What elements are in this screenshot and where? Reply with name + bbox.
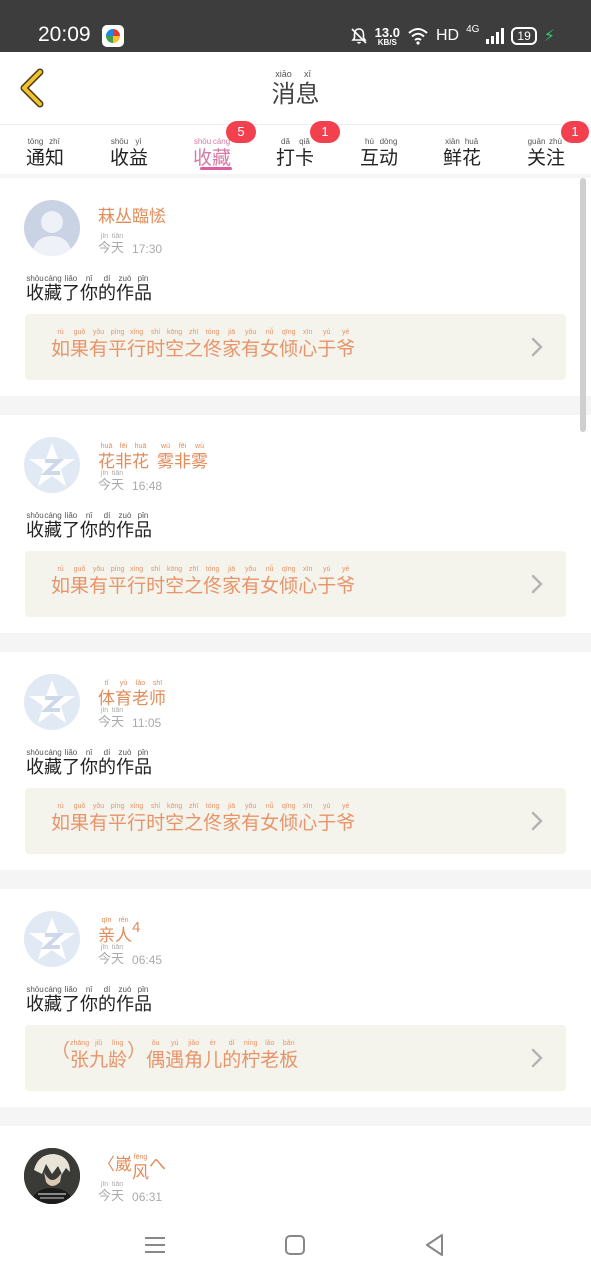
tab-badge: 1	[561, 121, 589, 143]
active-tab-indicator	[200, 167, 232, 170]
message-card: 〈崴 fēng 风へ jīn 今 tiān 天 06:31	[0, 1126, 591, 1208]
tab-notice[interactable]: tōng 通 zhī 知	[10, 129, 80, 173]
status-icons: 13.0 KB/S HD 4G 19 ⚡	[350, 24, 555, 48]
action-text: shōu 收 cáng 藏 liǎo 了 nǐ 你 dí 的 zuò 作 pǐn 品	[26, 511, 152, 541]
menu-icon[interactable]	[140, 1230, 170, 1260]
tab-flower[interactable]: xiān 鲜 huā 花	[427, 129, 497, 173]
chevron-right-icon	[531, 811, 543, 831]
work-title: rú 如 guǒ 果 yǒu 有 píng 平 xíng 行 shí 时 kōng 空 zhī 之 tóng 佟 j…	[51, 566, 356, 597]
back-triangle-icon[interactable]	[420, 1230, 450, 1260]
chevron-right-icon	[531, 1048, 543, 1068]
action-text: shōu 收 cáng 藏 liǎo 了 nǐ 你 dí 的 zuò 作 pǐn 品	[26, 748, 152, 778]
work-link[interactable]: rú 如 guǒ 果 yǒu 有 píng 平 xíng 行 shí 时 kōng 空 zhī 之 tóng 佟 j…	[25, 788, 566, 854]
app-notification-icon	[102, 25, 124, 47]
message-meta: jīn 今 tiān 天 17:30	[98, 233, 163, 256]
message-meta: jīn 今 tiān 天 06:31	[98, 1181, 163, 1204]
message-meta: jīn 今 tiān 天 11:05	[98, 707, 162, 730]
tab-collect[interactable]: shōu 收 cáng 藏 5	[177, 121, 256, 173]
message-time: 17:30	[132, 242, 163, 256]
signal-icon	[486, 28, 505, 44]
message-meta: jīn 今 tiān 天 16:48	[98, 470, 163, 493]
battery-icon: 19	[511, 27, 537, 45]
message-meta: jīn 今 tiān 天 06:45	[98, 944, 163, 967]
tab-badge: 5	[226, 121, 256, 143]
network-type: 4G	[466, 24, 480, 35]
qq-default-avatar[interactable]	[24, 437, 80, 493]
message-time: 16:48	[132, 479, 163, 493]
message-time: 11:05	[132, 716, 162, 730]
message-time: 06:45	[132, 953, 163, 967]
tab-badge: 1	[310, 121, 340, 143]
default-person-avatar[interactable]	[24, 200, 80, 256]
anime-character-avatar[interactable]	[24, 1148, 80, 1204]
qq-default-avatar[interactable]	[24, 911, 80, 967]
chevron-right-icon	[531, 574, 543, 594]
qq-default-avatar[interactable]	[24, 674, 80, 730]
chevron-right-icon	[531, 337, 543, 357]
mute-bell-icon	[351, 28, 367, 44]
message-time: 06:31	[132, 1190, 163, 1204]
tab-checkin[interactable]: dǎ 打 qiǎ 卡 1	[260, 121, 340, 173]
action-text: shōu 收 cáng 藏 liǎo 了 nǐ 你 dí 的 zuò 作 pǐn 品	[26, 985, 152, 1015]
wifi-icon	[408, 28, 428, 45]
message-card: huā 花 fēi 非 huā 花 wù 雾 fēi 非 wù 雾 jīn 今 tiān 天 16:48 …	[0, 415, 591, 633]
message-feed[interactable]: 菻丛臨恡 jīn 今 tiān 天 17:30 shōu 收 cáng 藏 liǎo 了 nǐ 你 d…	[0, 178, 591, 1208]
home-square-icon[interactable]	[280, 1230, 310, 1260]
tab-interact[interactable]: hù 互 dòng 动	[344, 129, 414, 173]
work-link[interactable]: （zhāng 张 jiǔ 九 líng 龄） ǒu 偶 yù 遇 jiǎo 角 ér 儿 dí 的 níng 柠 l…	[25, 1025, 566, 1091]
work-title: rú 如 guǒ 果 yǒu 有 píng 平 xíng 行 shí 时 kōng 空 zhī 之 tóng 佟 j…	[51, 329, 356, 360]
tab-bar: tōng 通 zhī 知 shōu 收 yì 益 shōu 收 cáng 藏 5 dǎ 打 qiǎ 卡 …	[0, 121, 591, 174]
message-card: qīn 亲 rén 人 4 jīn 今 tiān 天 06:45 shōu 收 cáng 藏 liǎo…	[0, 889, 591, 1107]
username[interactable]: 菻丛臨恡	[98, 206, 166, 228]
status-time: 20:09	[38, 23, 91, 46]
net-speed: 13.0 KB/S	[374, 24, 400, 47]
page-title: xiāo 消 xī 息	[271, 69, 320, 109]
message-card: tǐ 体 yù 育 lǎo 老 shī 师 jīn 今 tiān 天 11:05 shōu 收 cáng…	[0, 652, 591, 870]
work-link[interactable]: rú 如 guǒ 果 yǒu 有 píng 平 xíng 行 shí 时 kōng 空 zhī 之 tóng 佟 j…	[25, 551, 566, 617]
work-title: （zhāng 张 jiǔ 九 líng 龄） ǒu 偶 yù 遇 jiǎo 角 ér 儿 dí 的 níng 柠 l…	[51, 1040, 299, 1071]
status-bar: 20:09 13.0 KB/S HD 4G 19 ⚡	[0, 0, 591, 52]
header: xiāo 消 xī 息	[0, 52, 591, 124]
system-nav-bar	[0, 1208, 591, 1280]
message-card: 菻丛臨恡 jīn 今 tiān 天 17:30 shōu 收 cáng 藏 liǎo 了 nǐ 你 d…	[0, 178, 591, 396]
work-link[interactable]: rú 如 guǒ 果 yǒu 有 píng 平 xíng 行 shí 时 kōng 空 zhī 之 tóng 佟 j…	[25, 314, 566, 380]
work-title: rú 如 guǒ 果 yǒu 有 píng 平 xíng 行 shí 时 kōng 空 zhī 之 tóng 佟 j…	[51, 803, 356, 834]
action-text: shōu 收 cáng 藏 liǎo 了 nǐ 你 dí 的 zuò 作 pǐn 品	[26, 274, 152, 304]
tab-income[interactable]: shōu 收 yì 益	[94, 129, 164, 173]
charging-icon: ⚡	[543, 28, 555, 45]
scrollbar[interactable]	[580, 178, 586, 432]
hd-label: HD	[435, 27, 460, 44]
tab-follow[interactable]: guān 关 zhù 注 1	[511, 121, 589, 173]
